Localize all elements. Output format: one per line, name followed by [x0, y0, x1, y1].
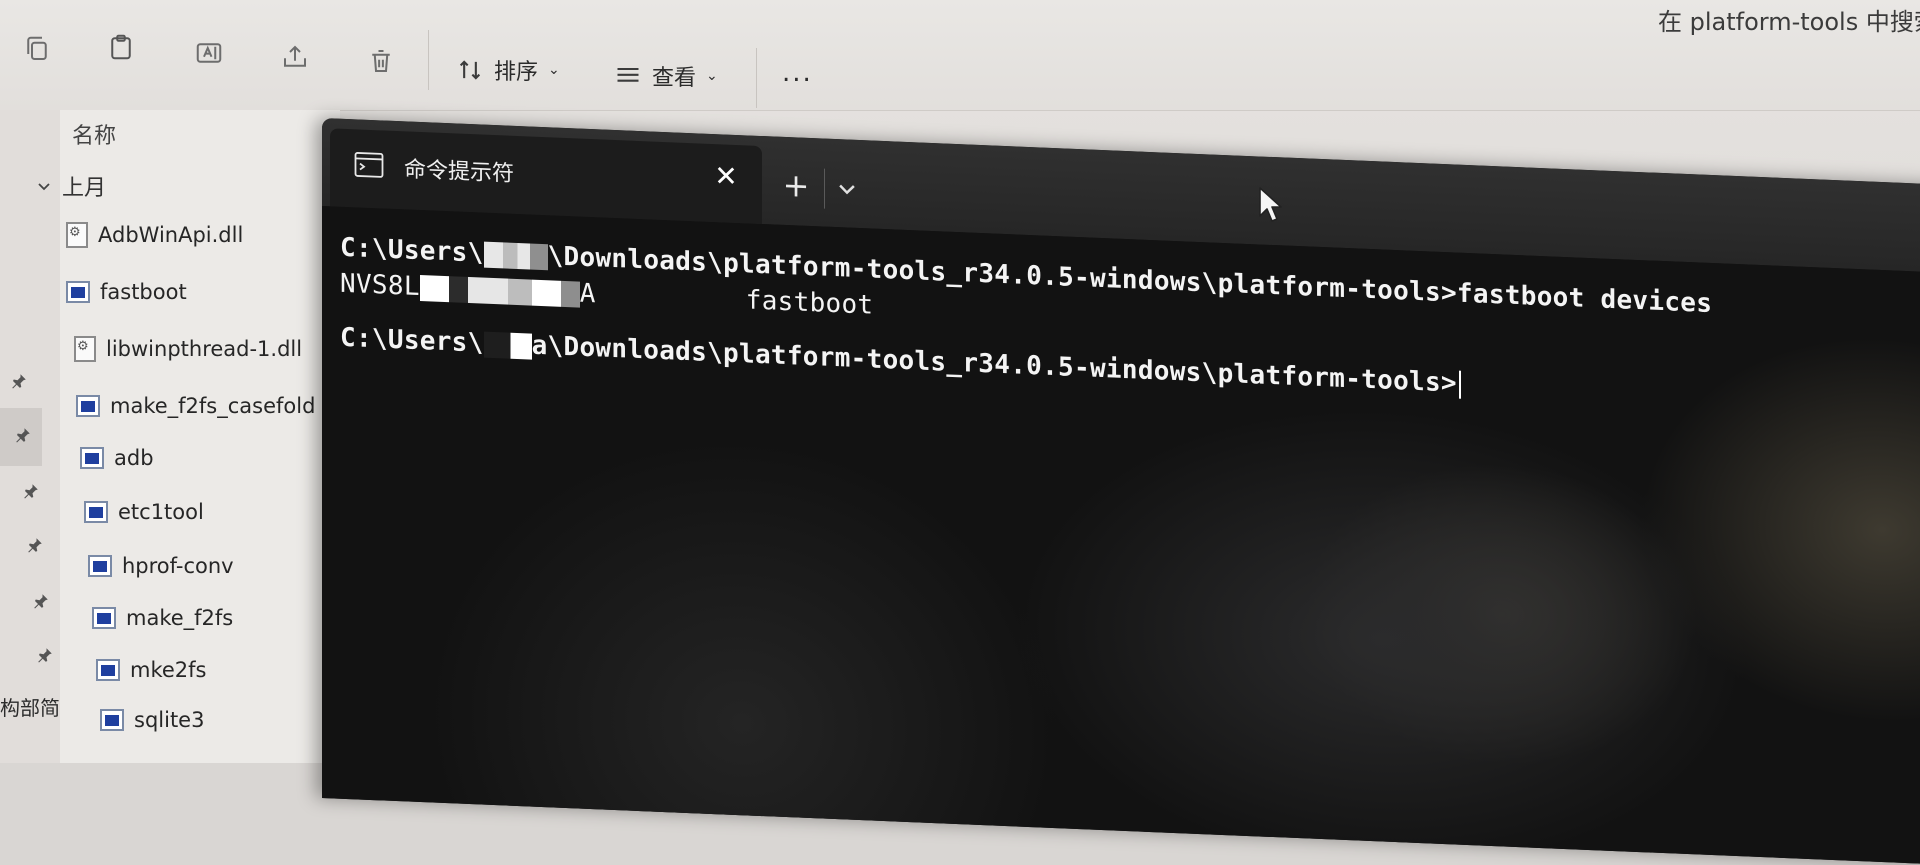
- exe-file-icon: [92, 607, 116, 629]
- terminal-icon: [354, 151, 384, 178]
- pin-icon[interactable]: [10, 372, 28, 390]
- list-item[interactable]: sqlite3: [100, 708, 204, 732]
- more-button[interactable]: ...: [782, 58, 813, 88]
- pin-icon[interactable]: [26, 536, 44, 554]
- device-serial-prefix: NVS8L: [340, 268, 420, 303]
- list-item[interactable]: fastboot: [66, 280, 187, 304]
- view-icon: [614, 62, 642, 90]
- file-name: AdbWinApi.dll: [98, 223, 244, 247]
- file-name: etc1tool: [118, 500, 204, 524]
- mouse-pointer-icon: [1258, 186, 1284, 224]
- dropdown-chevron-icon[interactable]: [832, 173, 862, 204]
- dll-file-icon: [74, 336, 96, 362]
- file-name: sqlite3: [134, 708, 205, 732]
- tab-spacing: [596, 302, 746, 308]
- file-name: hprof-conv: [122, 554, 234, 578]
- column-header-name[interactable]: 名称: [72, 118, 116, 150]
- file-name: make_f2fs: [126, 606, 234, 630]
- list-item[interactable]: etc1tool: [84, 500, 204, 524]
- pin-icon[interactable]: [22, 482, 40, 500]
- command-prompt-window: 命令提示符 ✕ + C:\Users\ \Downloads\platform-t…: [322, 118, 1920, 865]
- delete-icon[interactable]: [366, 46, 396, 76]
- dll-file-icon: [66, 222, 88, 248]
- exe-file-icon: [100, 709, 124, 731]
- search-placeholder[interactable]: 在 platform-tools 中搜索: [1658, 2, 1920, 37]
- view-button[interactable]: 查看 ⌄: [614, 60, 718, 92]
- path-suffix: a\Downloads\platform-tools_r34.0.5-windo…: [531, 330, 1457, 399]
- terminal-output[interactable]: C:\Users\ \Downloads\platform-tools_r34.0…: [322, 206, 1920, 865]
- device-mode: fastboot: [745, 285, 874, 321]
- file-name: adb: [114, 446, 154, 470]
- list-item[interactable]: make_f2fs: [92, 606, 233, 630]
- rename-icon[interactable]: [194, 38, 224, 68]
- pin-icon[interactable]: [14, 426, 32, 444]
- more-label: ...: [782, 58, 813, 88]
- path-prefix: C:\Users\: [340, 322, 484, 359]
- sort-button[interactable]: 排序 ⌄: [456, 54, 560, 86]
- explorer-toolbar: 排序 ⌄ 查看 ⌄ ... 在 platform-tools 中搜索: [0, 0, 1920, 111]
- new-tab-button[interactable]: +: [778, 166, 814, 205]
- group-header[interactable]: 上月: [36, 170, 106, 202]
- paste-icon[interactable]: [106, 32, 136, 62]
- exe-file-icon: [66, 281, 90, 303]
- exe-file-icon: [96, 659, 120, 681]
- list-item[interactable]: libwinpthread-1.dll: [74, 336, 302, 362]
- path-prefix: C:\Users\: [340, 232, 484, 269]
- redacted-username: [483, 241, 548, 270]
- sort-icon: [456, 56, 484, 84]
- titlebar-divider: [824, 168, 825, 209]
- exe-file-icon: [84, 501, 108, 523]
- group-label: 上月: [62, 176, 107, 201]
- file-name: make_f2fs_casefold: [110, 394, 316, 418]
- redacted-username: [483, 331, 532, 360]
- screen: 排序 ⌄ 查看 ⌄ ... 在 platform-tools 中搜索 构部简 名…: [0, 0, 1920, 865]
- exe-file-icon: [76, 395, 100, 417]
- list-item[interactable]: hprof-conv: [88, 554, 234, 578]
- file-name: fastboot: [100, 280, 187, 304]
- pin-icon[interactable]: [32, 592, 50, 610]
- chevron-down-icon: ⌄: [706, 68, 718, 84]
- view-label: 查看: [652, 66, 697, 91]
- exe-file-icon: [80, 447, 104, 469]
- list-item[interactable]: mke2fs: [96, 658, 206, 682]
- tab-title: 命令提示符: [404, 157, 515, 187]
- copy-icon[interactable]: [22, 34, 52, 64]
- share-icon[interactable]: [280, 42, 310, 72]
- list-item[interactable]: AdbWinApi.dll: [66, 222, 243, 248]
- redacted-serial: [419, 274, 580, 308]
- sort-label: 排序: [494, 60, 539, 85]
- output-line-prompt: C:\Users\ a\Downloads\platform-tools_r34.…: [340, 323, 1461, 399]
- close-tab-button[interactable]: ✕: [708, 158, 744, 195]
- list-item[interactable]: adb: [80, 446, 154, 470]
- list-item[interactable]: make_f2fs_casefold: [76, 394, 315, 418]
- text-cursor: [1458, 370, 1461, 399]
- toolbar-divider: [428, 30, 429, 90]
- toolbar-divider: [756, 48, 757, 108]
- device-serial-suffix: A: [579, 278, 596, 310]
- chevron-down-icon[interactable]: [36, 178, 52, 194]
- file-name: libwinpthread-1.dll: [106, 337, 303, 361]
- exe-file-icon: [88, 555, 112, 577]
- file-name: mke2fs: [130, 658, 207, 682]
- pin-icon[interactable]: [36, 646, 54, 664]
- chevron-down-icon: ⌄: [548, 62, 560, 78]
